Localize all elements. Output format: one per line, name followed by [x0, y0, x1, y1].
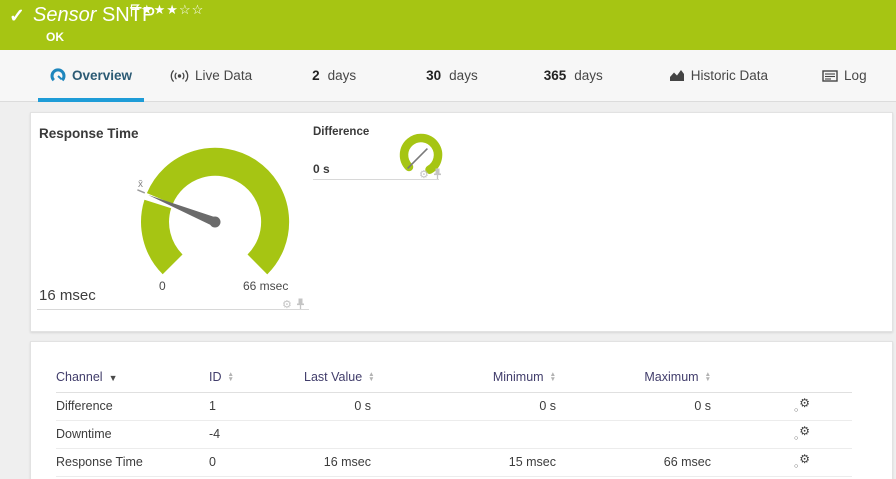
live-data-icon [170, 69, 189, 83]
average-tick [137, 189, 146, 194]
response-time-gauge-title: Response Time [39, 126, 139, 141]
tab-label: Historic Data [690, 68, 769, 83]
tab-2-days[interactable]: 2 days [300, 50, 368, 101]
table-row[interactable]: Response Time 0 16 msec 15 msec 66 msec … [56, 448, 852, 477]
tab-label: days [449, 68, 478, 83]
divider [37, 309, 309, 310]
column-header-last-value[interactable]: Last Value ▲ ▼ [304, 362, 375, 393]
column-header-settings [711, 362, 852, 393]
tab-overview[interactable]: Overview [38, 50, 145, 102]
pin-icon[interactable] [433, 166, 442, 184]
cell-minimum: 0 s [371, 392, 556, 421]
sort-icon[interactable]: ▲ ▼ [228, 372, 234, 384]
priority-flag-icon[interactable] [129, 4, 141, 22]
gauge-scale-max: 66 msec [243, 279, 289, 293]
cell-maximum: 66 msec [556, 448, 711, 477]
gauge-needle-hub [209, 216, 221, 228]
historic-data-icon [669, 69, 685, 82]
cell-id: 0 [209, 448, 304, 477]
priority-stars[interactable]: ★★★☆☆ [141, 2, 204, 18]
table-header-row: Channel ▼ ID ▲ ▼ Last Value ▲ ▼ Minimum ▲ ▼ Max… [56, 362, 852, 393]
cell-maximum [556, 420, 711, 449]
channel-settings-icon[interactable]: ⚙ ○ [794, 424, 810, 442]
column-header-maximum[interactable]: Maximum ▲ ▼ [556, 362, 711, 393]
overview-gauges-panel: Response Time x̄ 0 66 msec 16 msec ⚙ Dif… [30, 112, 893, 332]
tab-365-days[interactable]: 365 days [532, 50, 615, 101]
tab-label: days [327, 68, 357, 83]
tab-label: Overview [72, 68, 133, 83]
log-icon [822, 69, 838, 82]
average-marker-label: x̄ [138, 179, 143, 190]
sort-desc-icon[interactable]: ▼ [109, 373, 118, 383]
column-header-id[interactable]: ID ▲ ▼ [209, 362, 304, 393]
gauge-icon [50, 67, 66, 84]
cell-last-value: 0 s [304, 392, 371, 421]
cell-last-value: 16 msec [304, 448, 371, 477]
status-badge: OK [46, 30, 64, 44]
tab-bar: Overview Live Data 2 days 30 days 365 da… [0, 50, 896, 102]
tab-number: 30 [426, 68, 442, 83]
tab-30-days[interactable]: 30 days [414, 50, 490, 101]
channel-table: Channel ▼ ID ▲ ▼ Last Value ▲ ▼ Minimum ▲ ▼ Max… [56, 362, 852, 477]
cell-last-value [304, 420, 371, 449]
sort-icon[interactable]: ▲ ▼ [705, 372, 711, 384]
cell-maximum: 0 s [556, 392, 711, 421]
tab-live-data[interactable]: Live Data [158, 50, 264, 101]
gauge-scale-min: 0 [159, 279, 166, 293]
response-time-gauge-actions: ⚙ [282, 296, 305, 314]
channel-settings-icon[interactable]: ⚙ ○ [794, 452, 810, 470]
column-header-channel[interactable]: Channel ▼ [56, 362, 209, 393]
tab-number: 365 [543, 68, 567, 83]
tab-historic-data[interactable]: Historic Data [657, 50, 780, 101]
response-time-gauge: x̄ [137, 147, 290, 275]
cell-channel[interactable]: Difference [56, 392, 209, 421]
difference-gauge-title: Difference [313, 126, 370, 138]
tab-label: Log [844, 68, 867, 83]
cell-id: -4 [209, 420, 304, 449]
sensor-title-prefix: Sensor [33, 4, 97, 26]
cell-channel[interactable]: Downtime [56, 420, 209, 449]
cell-minimum: 15 msec [371, 448, 556, 477]
pin-icon[interactable] [296, 296, 305, 314]
channel-table-panel: Channel ▼ ID ▲ ▼ Last Value ▲ ▼ Minimum ▲ ▼ Max… [30, 341, 893, 479]
column-header-minimum[interactable]: Minimum ▲ ▼ [371, 362, 556, 393]
sensor-header: ✓ Sensor SNTP ★★★☆☆ OK [0, 0, 896, 50]
sort-icon[interactable]: ▲ ▼ [550, 372, 556, 384]
cell-id: 1 [209, 392, 304, 421]
gauge-settings-gear-icon[interactable]: ⚙ [419, 169, 429, 181]
tab-label: Live Data [195, 68, 253, 83]
table-row[interactable]: Downtime -4 ⚙ ○ [56, 420, 852, 449]
difference-gauge-actions: ⚙ [419, 166, 442, 184]
difference-current-value: 0 s [313, 162, 330, 176]
cell-channel[interactable]: Response Time [56, 448, 209, 477]
sort-icon[interactable]: ▲ ▼ [368, 372, 374, 384]
tab-number: 2 [312, 68, 320, 83]
cell-minimum [371, 420, 556, 449]
table-row[interactable]: Difference 1 0 s 0 s 0 s ⚙ ○ [56, 392, 852, 421]
channel-settings-icon[interactable]: ⚙ ○ [794, 396, 810, 414]
response-time-current-value: 16 msec [39, 287, 96, 304]
status-ok-check-icon: ✓ [9, 6, 25, 27]
gauge-settings-gear-icon[interactable]: ⚙ [282, 299, 292, 311]
tab-label: days [574, 68, 603, 83]
tab-log[interactable]: Log [810, 50, 879, 101]
